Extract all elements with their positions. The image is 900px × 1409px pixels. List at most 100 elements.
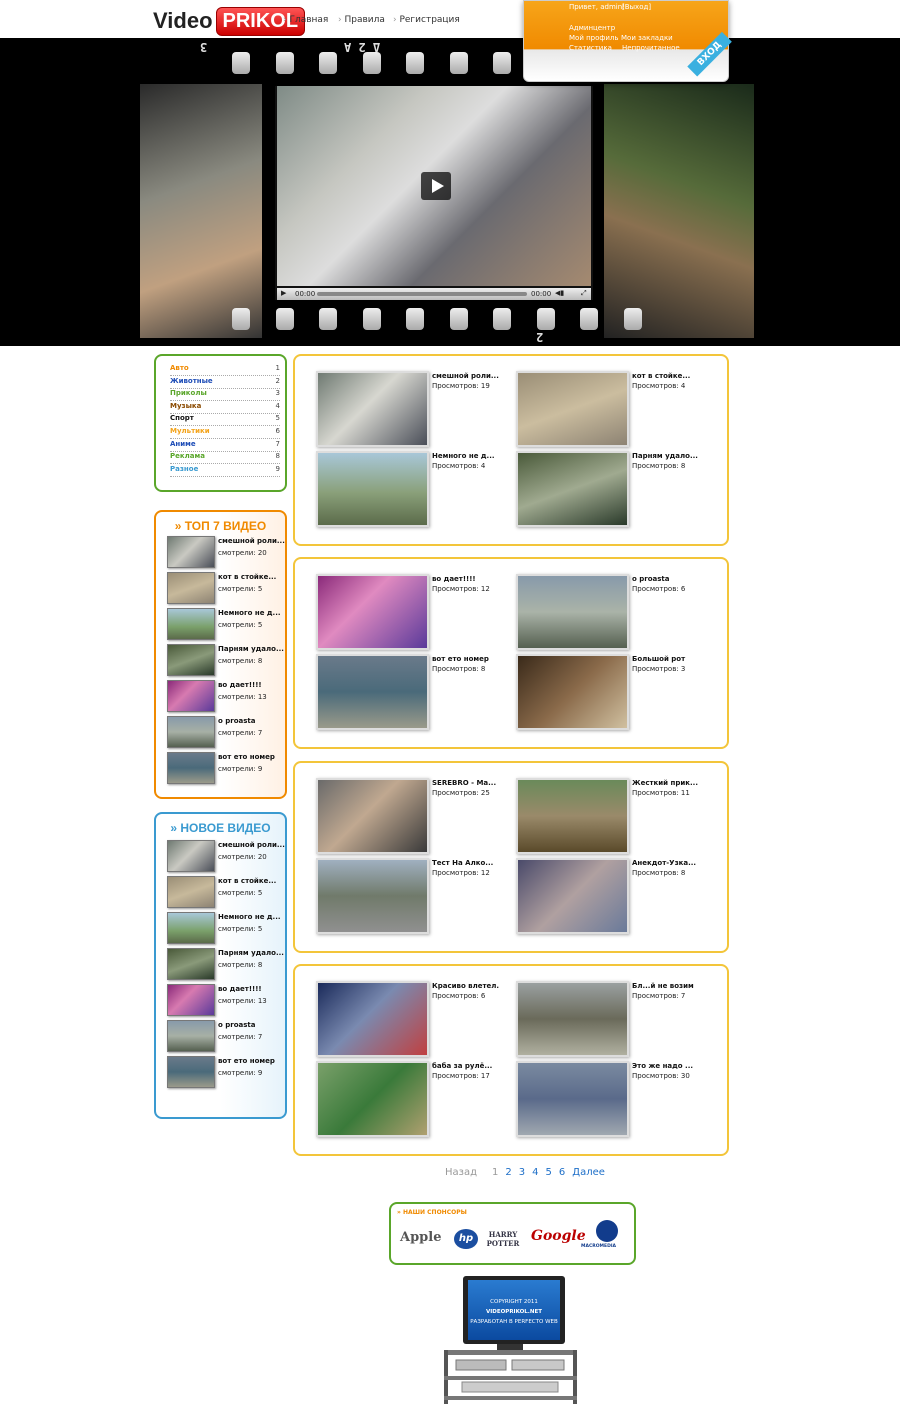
video-title[interactable]: кот в стойке... [632, 372, 690, 380]
video-title[interactable]: во дает!!!! [218, 985, 262, 993]
video-title[interactable]: вот ето номер [218, 753, 275, 761]
video-thumbnail[interactable] [167, 912, 215, 944]
grid-video-item[interactable]: Бл...й не возим Просмотров: 7 [516, 981, 716, 1057]
category-label[interactable]: Авто [170, 364, 189, 375]
video-thumbnail[interactable] [316, 451, 429, 527]
my-profile-link[interactable]: Мой профиль [569, 34, 619, 42]
sidebar-video-item[interactable]: кот в стойке... смотрели: 5 [167, 876, 282, 908]
video-title[interactable]: вот ето номер [432, 655, 489, 663]
category-label[interactable]: Животные [170, 377, 213, 388]
video-thumbnail[interactable] [516, 371, 629, 447]
sidebar-video-item[interactable]: кот в стойке... смотрели: 5 [167, 572, 282, 604]
video-thumbnail[interactable] [516, 1061, 629, 1137]
video-thumbnail[interactable] [167, 680, 215, 712]
pager-page-4[interactable]: 4 [532, 1167, 538, 1178]
seek-bar[interactable] [317, 292, 527, 296]
sponsor-macromedia[interactable]: MACROMEDIA [581, 1244, 616, 1249]
logout-link[interactable]: [Выход] [622, 3, 651, 11]
video-screen[interactable] [277, 86, 591, 286]
video-thumbnail[interactable] [316, 654, 429, 730]
grid-video-item[interactable]: вот ето номер Просмотров: 8 [316, 654, 516, 730]
sidebar-video-item[interactable]: Парням удало... смотрели: 8 [167, 644, 284, 676]
grid-video-item[interactable]: Большой рот Просмотров: 3 [516, 654, 716, 730]
category-item[interactable]: Приколы 3 [170, 389, 280, 402]
statistics-link[interactable]: Статистика [569, 44, 612, 52]
video-thumbnail[interactable] [316, 1061, 429, 1137]
volume-icon[interactable]: ◀▮ [555, 289, 564, 297]
video-thumbnail[interactable] [316, 778, 429, 854]
category-item[interactable]: Музыка 4 [170, 402, 280, 414]
pager-page-5[interactable]: 5 [546, 1167, 552, 1178]
video-thumbnail[interactable] [516, 451, 629, 527]
pager-page-2[interactable]: 2 [505, 1167, 511, 1178]
video-thumbnail[interactable] [167, 644, 215, 676]
video-title[interactable]: смешной роли... [432, 372, 499, 380]
grid-video-item[interactable]: Парням удало... Просмотров: 8 [516, 451, 716, 527]
category-label[interactable]: Спорт [170, 414, 194, 425]
video-thumbnail[interactable] [316, 574, 429, 650]
video-title[interactable]: Немного не д... [432, 452, 495, 460]
video-thumbnail[interactable] [516, 981, 629, 1057]
video-thumbnail[interactable] [167, 1020, 215, 1052]
sidebar-video-item[interactable]: Немного не д... смотрели: 5 [167, 608, 282, 640]
grid-video-item[interactable]: SEREBRO - Ма... Просмотров: 25 [316, 778, 516, 854]
video-thumbnail[interactable] [167, 984, 215, 1016]
unread-link[interactable]: Непрочитанное [622, 44, 680, 52]
grid-video-item[interactable]: Тест На Алко... Просмотров: 12 [316, 858, 516, 934]
grid-video-item[interactable]: Жесткий прик... Просмотров: 11 [516, 778, 716, 854]
grid-video-item[interactable]: Немного не д... Просмотров: 4 [316, 451, 516, 527]
video-title[interactable]: во дает!!!! [218, 681, 262, 689]
video-thumbnail[interactable] [316, 371, 429, 447]
category-label[interactable]: Мультики [170, 427, 210, 438]
video-thumbnail[interactable] [516, 654, 629, 730]
grid-video-item[interactable]: баба за рулё... Просмотров: 17 [316, 1061, 516, 1137]
video-title[interactable]: Парням удало... [218, 645, 284, 653]
video-thumbnail[interactable] [167, 752, 215, 784]
nav-home[interactable]: Главная [283, 15, 338, 25]
sidebar-video-item[interactable]: смешной роли... смотрели: 20 [167, 536, 285, 568]
video-thumbnail[interactable] [516, 778, 629, 854]
sponsor-harry-potter[interactable]: HARRY POTTER [483, 1230, 523, 1248]
video-title[interactable]: баба за рулё... [432, 1062, 492, 1070]
grid-video-item[interactable]: Это же надо ... Просмотров: 30 [516, 1061, 716, 1137]
video-thumbnail[interactable] [316, 981, 429, 1057]
video-title[interactable]: Парням удало... [632, 452, 698, 460]
grid-video-item[interactable]: о proasta Просмотров: 6 [516, 574, 716, 650]
video-thumbnail[interactable] [167, 572, 215, 604]
video-thumbnail[interactable] [167, 536, 215, 568]
video-thumbnail[interactable] [516, 858, 629, 934]
category-label[interactable]: Приколы [170, 389, 207, 400]
bookmarks-link[interactable]: Мои закладки [621, 34, 673, 42]
grid-video-item[interactable]: Анекдот-Узка... Просмотров: 8 [516, 858, 716, 934]
video-title[interactable]: Анекдот-Узка... [632, 859, 696, 867]
video-thumbnail[interactable] [167, 1056, 215, 1088]
sponsor-hp[interactable]: hp [454, 1229, 478, 1249]
play-icon[interactable] [421, 172, 451, 200]
grid-video-item[interactable]: Красиво влетел. Просмотров: 6 [316, 981, 516, 1057]
video-title[interactable]: Бл...й не возим [632, 982, 694, 990]
video-title[interactable]: смешной роли... [218, 537, 285, 545]
video-player[interactable]: ▶ 00:00 00:00 ◀▮ ⤢ [275, 86, 593, 300]
video-title[interactable]: кот в стойке... [218, 573, 276, 581]
admin-center-link[interactable]: Админцентр [569, 24, 615, 32]
video-thumbnail[interactable] [167, 948, 215, 980]
sidebar-video-item[interactable]: Немного не д... смотрели: 5 [167, 912, 282, 944]
video-title[interactable]: SEREBRO - Ма... [432, 779, 496, 787]
sidebar-video-item[interactable]: во дает!!!! смотрели: 13 [167, 984, 282, 1016]
login-tab[interactable]: ВХОД [686, 31, 732, 77]
video-title[interactable]: вот ето номер [218, 1057, 275, 1065]
sidebar-video-item[interactable]: во дает!!!! смотрели: 13 [167, 680, 282, 712]
pager-page-6[interactable]: 6 [559, 1167, 565, 1178]
video-title[interactable]: Парням удало... [218, 949, 284, 957]
sponsor-apple[interactable]: Apple [400, 1230, 441, 1245]
category-label[interactable]: Реклама [170, 452, 205, 463]
category-item[interactable]: Мультики 6 [170, 427, 280, 439]
video-title[interactable]: Большой рот [632, 655, 685, 663]
category-item[interactable]: Аниме 7 [170, 440, 280, 452]
pager-page-3[interactable]: 3 [519, 1167, 525, 1178]
video-thumbnail[interactable] [167, 608, 215, 640]
pager-next[interactable]: Далее [572, 1167, 605, 1178]
sidebar-video-item[interactable]: о proasta смотрели: 7 [167, 716, 282, 748]
category-item[interactable]: Реклама 8 [170, 452, 280, 465]
sidebar-video-item[interactable]: вот ето номер смотрели: 9 [167, 752, 282, 784]
